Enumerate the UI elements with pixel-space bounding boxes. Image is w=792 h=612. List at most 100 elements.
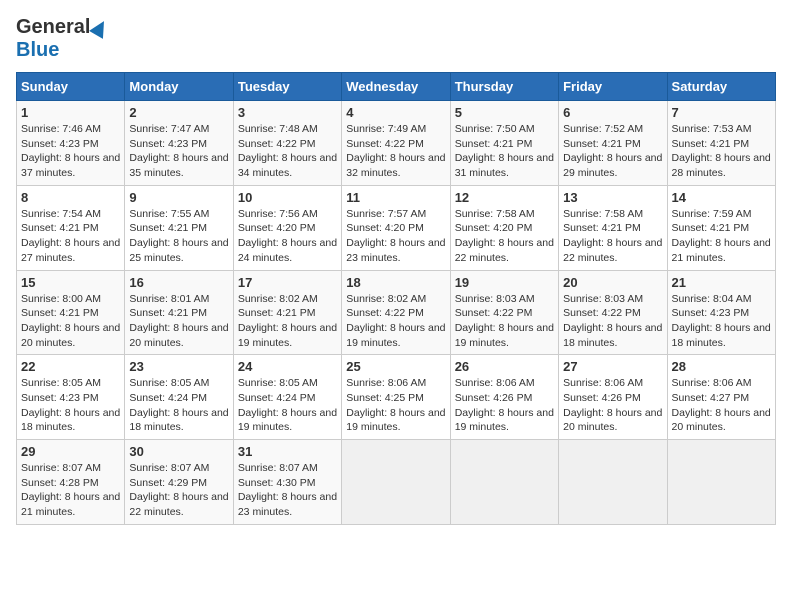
day-info: Sunrise: 8:03 AMSunset: 4:22 PMDaylight:… <box>563 292 662 351</box>
calendar-cell: 12 Sunrise: 7:58 AMSunset: 4:20 PMDayligh… <box>450 185 558 270</box>
calendar-cell: 21 Sunrise: 8:04 AMSunset: 4:23 PMDayligh… <box>667 270 775 355</box>
logo-triangle-icon <box>90 17 112 39</box>
calendar-cell <box>667 440 775 525</box>
day-info: Sunrise: 7:48 AMSunset: 4:22 PMDaylight:… <box>238 122 337 181</box>
calendar-cell: 9 Sunrise: 7:55 AMSunset: 4:21 PMDaylight… <box>125 185 233 270</box>
day-info: Sunrise: 8:05 AMSunset: 4:24 PMDaylight:… <box>238 376 337 435</box>
day-number: 26 <box>455 359 554 374</box>
day-info: Sunrise: 7:50 AMSunset: 4:21 PMDaylight:… <box>455 122 554 181</box>
calendar-cell: 17 Sunrise: 8:02 AMSunset: 4:21 PMDayligh… <box>233 270 341 355</box>
day-info: Sunrise: 7:58 AMSunset: 4:20 PMDaylight:… <box>455 207 554 266</box>
day-info: Sunrise: 7:52 AMSunset: 4:21 PMDaylight:… <box>563 122 662 181</box>
calendar-cell: 18Sunrise: 8:02 AMSunset: 4:22 PMDayligh… <box>342 270 450 355</box>
weekday-header-monday: Monday <box>125 73 233 101</box>
day-number: 29 <box>21 444 120 459</box>
day-number: 30 <box>129 444 228 459</box>
day-number: 12 <box>455 190 554 205</box>
day-number: 20 <box>563 275 662 290</box>
calendar-cell: 7 Sunrise: 7:53 AMSunset: 4:21 PMDaylight… <box>667 101 775 186</box>
day-info: Sunrise: 7:54 AMSunset: 4:21 PMDaylight:… <box>21 207 120 266</box>
day-number: 2 <box>129 105 228 120</box>
day-info: Sunrise: 7:55 AMSunset: 4:21 PMDaylight:… <box>129 207 228 266</box>
calendar-cell <box>450 440 558 525</box>
calendar-cell: 27 Sunrise: 8:06 AMSunset: 4:26 PMDayligh… <box>559 355 667 440</box>
day-number: 16 <box>129 275 228 290</box>
day-info: Sunrise: 7:46 AMSunset: 4:23 PMDaylight:… <box>21 122 120 181</box>
day-info: Sunrise: 8:06 AMSunset: 4:25 PMDaylight:… <box>346 376 445 435</box>
day-info: Sunrise: 7:49 AMSunset: 4:22 PMDaylight:… <box>346 122 445 181</box>
day-info: Sunrise: 8:05 AMSunset: 4:24 PMDaylight:… <box>129 376 228 435</box>
day-number: 28 <box>672 359 771 374</box>
calendar-cell: 19 Sunrise: 8:03 AMSunset: 4:22 PMDayligh… <box>450 270 558 355</box>
day-info: Sunrise: 8:00 AMSunset: 4:21 PMDaylight:… <box>21 292 120 351</box>
day-info: Sunrise: 8:06 AMSunset: 4:26 PMDaylight:… <box>455 376 554 435</box>
day-info: Sunrise: 8:05 AMSunset: 4:23 PMDaylight:… <box>21 376 120 435</box>
day-number: 4 <box>346 105 445 120</box>
calendar-cell: 14 Sunrise: 7:59 AMSunset: 4:21 PMDayligh… <box>667 185 775 270</box>
calendar-cell: 29 Sunrise: 8:07 AMSunset: 4:28 PMDayligh… <box>17 440 125 525</box>
weekday-header-saturday: Saturday <box>667 73 775 101</box>
calendar: SundayMondayTuesdayWednesdayThursdayFrid… <box>16 72 776 525</box>
day-number: 19 <box>455 275 554 290</box>
day-info: Sunrise: 8:02 AMSunset: 4:21 PMDaylight:… <box>238 292 337 351</box>
weekday-header-tuesday: Tuesday <box>233 73 341 101</box>
day-number: 15 <box>21 275 120 290</box>
day-number: 5 <box>455 105 554 120</box>
day-info: Sunrise: 8:07 AMSunset: 4:29 PMDaylight:… <box>129 461 228 520</box>
day-number: 27 <box>563 359 662 374</box>
day-number: 21 <box>672 275 771 290</box>
calendar-cell: 31 Sunrise: 8:07 AMSunset: 4:30 PMDayligh… <box>233 440 341 525</box>
day-number: 31 <box>238 444 337 459</box>
calendar-cell: 8 Sunrise: 7:54 AMSunset: 4:21 PMDaylight… <box>17 185 125 270</box>
day-number: 1 <box>21 105 120 120</box>
day-number: 3 <box>238 105 337 120</box>
calendar-cell: 30 Sunrise: 8:07 AMSunset: 4:29 PMDayligh… <box>125 440 233 525</box>
weekday-header-wednesday: Wednesday <box>342 73 450 101</box>
calendar-cell: 24 Sunrise: 8:05 AMSunset: 4:24 PMDayligh… <box>233 355 341 440</box>
day-number: 10 <box>238 190 337 205</box>
calendar-cell: 16Sunrise: 8:01 AMSunset: 4:21 PMDayligh… <box>125 270 233 355</box>
day-info: Sunrise: 8:07 AMSunset: 4:28 PMDaylight:… <box>21 461 120 520</box>
weekday-header-friday: Friday <box>559 73 667 101</box>
day-number: 14 <box>672 190 771 205</box>
calendar-cell: 25 Sunrise: 8:06 AMSunset: 4:25 PMDayligh… <box>342 355 450 440</box>
day-number: 9 <box>129 190 228 205</box>
day-info: Sunrise: 8:04 AMSunset: 4:23 PMDaylight:… <box>672 292 771 351</box>
calendar-cell: 5 Sunrise: 7:50 AMSunset: 4:21 PMDaylight… <box>450 101 558 186</box>
day-info: Sunrise: 7:57 AMSunset: 4:20 PMDaylight:… <box>346 207 445 266</box>
day-info: Sunrise: 7:47 AMSunset: 4:23 PMDaylight:… <box>129 122 228 181</box>
calendar-cell: 26 Sunrise: 8:06 AMSunset: 4:26 PMDayligh… <box>450 355 558 440</box>
calendar-cell: 11 Sunrise: 7:57 AMSunset: 4:20 PMDayligh… <box>342 185 450 270</box>
day-number: 22 <box>21 359 120 374</box>
logo-text-blue: Blue <box>16 39 59 62</box>
day-info: Sunrise: 7:56 AMSunset: 4:20 PMDaylight:… <box>238 207 337 266</box>
calendar-cell: 15 Sunrise: 8:00 AMSunset: 4:21 PMDayligh… <box>17 270 125 355</box>
day-number: 8 <box>21 190 120 205</box>
day-info: Sunrise: 7:59 AMSunset: 4:21 PMDaylight:… <box>672 207 771 266</box>
calendar-cell <box>342 440 450 525</box>
logo-text-general: General <box>16 16 90 39</box>
calendar-cell: 23 Sunrise: 8:05 AMSunset: 4:24 PMDayligh… <box>125 355 233 440</box>
day-number: 24 <box>238 359 337 374</box>
day-number: 7 <box>672 105 771 120</box>
calendar-cell: 20 Sunrise: 8:03 AMSunset: 4:22 PMDayligh… <box>559 270 667 355</box>
day-info: Sunrise: 8:07 AMSunset: 4:30 PMDaylight:… <box>238 461 337 520</box>
day-number: 17 <box>238 275 337 290</box>
day-info: Sunrise: 7:58 AMSunset: 4:21 PMDaylight:… <box>563 207 662 266</box>
calendar-cell: 6Sunrise: 7:52 AMSunset: 4:21 PMDaylight… <box>559 101 667 186</box>
calendar-cell: 4 Sunrise: 7:49 AMSunset: 4:22 PMDaylight… <box>342 101 450 186</box>
weekday-header-sunday: Sunday <box>17 73 125 101</box>
day-info: Sunrise: 8:06 AMSunset: 4:26 PMDaylight:… <box>563 376 662 435</box>
calendar-cell: 2 Sunrise: 7:47 AMSunset: 4:23 PMDaylight… <box>125 101 233 186</box>
calendar-cell: 22 Sunrise: 8:05 AMSunset: 4:23 PMDayligh… <box>17 355 125 440</box>
calendar-cell: 28Sunrise: 8:06 AMSunset: 4:27 PMDayligh… <box>667 355 775 440</box>
calendar-cell <box>559 440 667 525</box>
day-number: 23 <box>129 359 228 374</box>
weekday-header-thursday: Thursday <box>450 73 558 101</box>
logo: General Blue <box>16 16 108 62</box>
day-info: Sunrise: 7:53 AMSunset: 4:21 PMDaylight:… <box>672 122 771 181</box>
day-number: 25 <box>346 359 445 374</box>
day-info: Sunrise: 8:03 AMSunset: 4:22 PMDaylight:… <box>455 292 554 351</box>
day-info: Sunrise: 8:02 AMSunset: 4:22 PMDaylight:… <box>346 292 445 351</box>
day-number: 11 <box>346 190 445 205</box>
